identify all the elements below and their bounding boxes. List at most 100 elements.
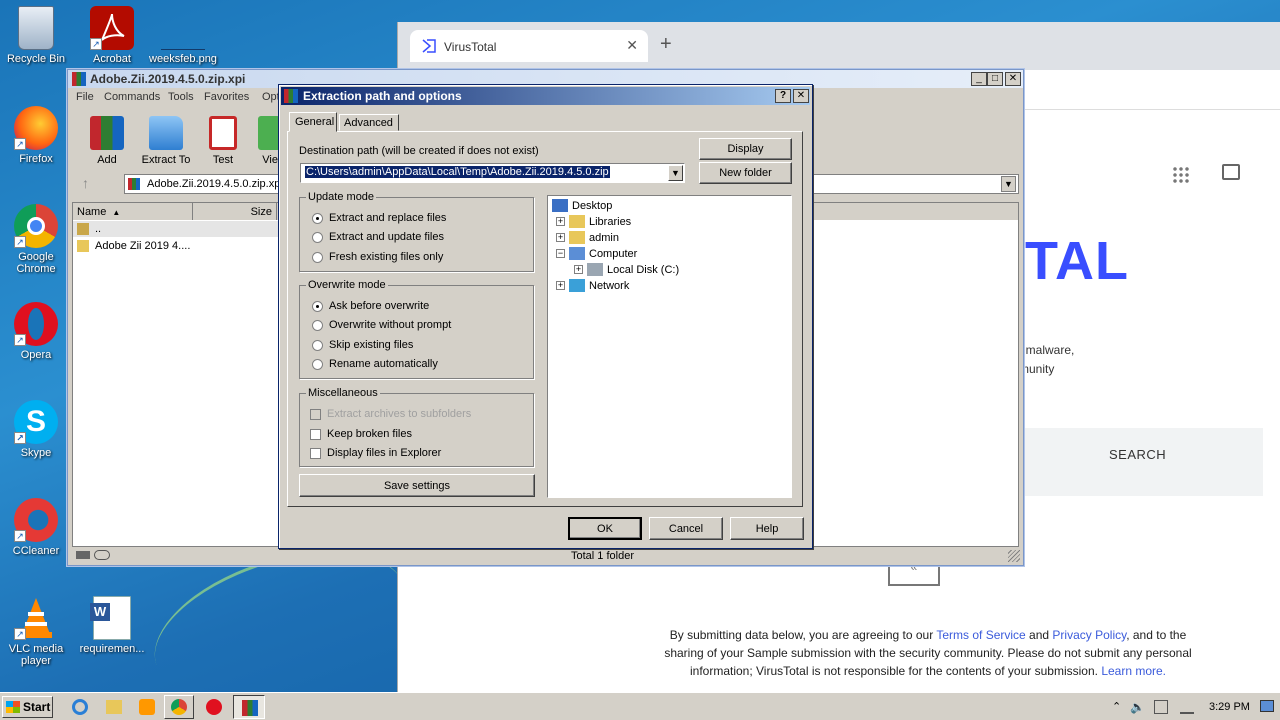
column-header-name[interactable]: Name ▲ bbox=[73, 203, 193, 220]
dialog-close-button[interactable]: ✕ bbox=[793, 89, 809, 103]
search-tab[interactable]: SEARCH bbox=[1109, 447, 1166, 462]
desktop-icon-acrobat[interactable]: ↗ Acrobat bbox=[77, 6, 147, 65]
menu-favorites[interactable]: Favorites bbox=[204, 91, 249, 103]
radio-fresh-existing[interactable]: Fresh existing files only bbox=[312, 251, 443, 263]
windows-logo-icon bbox=[6, 701, 20, 713]
dialog-titlebar[interactable]: Extraction path and options ? ✕ bbox=[281, 87, 810, 105]
virustotal-logo: TAL bbox=[1025, 231, 1129, 291]
expand-icon[interactable]: + bbox=[556, 281, 565, 290]
cancel-button[interactable]: Cancel bbox=[649, 517, 723, 540]
radio-rename-auto[interactable]: Rename automatically bbox=[312, 358, 438, 370]
shortcut-arrow-icon: ↗ bbox=[14, 628, 26, 640]
new-tab-icon[interactable]: + bbox=[660, 33, 672, 56]
expand-icon[interactable]: + bbox=[556, 233, 565, 242]
desktop-icon-weeksfeb[interactable]: weeksfeb.png bbox=[148, 6, 218, 65]
file-row-adobe-zii[interactable]: Adobe Zii 2019 4.... bbox=[73, 238, 283, 254]
start-button[interactable]: Start bbox=[2, 696, 53, 718]
terms-of-service-link[interactable]: Terms of Service bbox=[936, 628, 1025, 642]
desktop-icon-ccleaner[interactable]: ↗ CCleaner bbox=[1, 498, 71, 557]
check-keep-broken[interactable]: Keep broken files bbox=[310, 428, 412, 440]
tray-network-icon[interactable] bbox=[1180, 700, 1194, 714]
toolbar-add-button[interactable]: Add bbox=[77, 116, 137, 166]
menu-commands[interactable]: Commands bbox=[104, 91, 160, 103]
network-icon bbox=[569, 279, 585, 292]
learn-more-link[interactable]: Learn more. bbox=[1101, 664, 1166, 678]
maximize-button[interactable]: □ bbox=[987, 72, 1003, 86]
desktop-icon-firefox[interactable]: ↗ Firefox bbox=[1, 106, 71, 165]
desktop-icon-chrome[interactable]: ↗ Google Chrome bbox=[1, 204, 71, 275]
radio-extract-replace[interactable]: Extract and replace files bbox=[312, 212, 446, 224]
tab-advanced[interactable]: Advanced bbox=[339, 114, 399, 131]
tab-general[interactable]: General bbox=[289, 112, 337, 132]
tree-desktop[interactable]: Desktop bbox=[552, 199, 612, 212]
tray-action-center-icon[interactable] bbox=[1154, 700, 1168, 714]
minimize-button[interactable]: _ bbox=[971, 72, 987, 86]
tray-expand-icon[interactable]: ⌃ bbox=[1112, 700, 1126, 714]
tree-admin[interactable]: + admin bbox=[556, 231, 619, 244]
terms-text: By submitting data below, you are agreei… bbox=[664, 628, 1192, 678]
taskbar-ie-icon[interactable] bbox=[72, 699, 88, 715]
close-tab-icon[interactable]: ✕ bbox=[626, 37, 638, 54]
collapse-icon[interactable]: − bbox=[556, 249, 565, 258]
save-settings-button[interactable]: Save settings bbox=[299, 474, 535, 497]
tray-volume-icon[interactable]: 🔈 bbox=[1130, 700, 1145, 714]
desktop-icon-opera[interactable]: ↗ Opera bbox=[1, 302, 71, 361]
desktop-icon-skype[interactable]: S ↗ Skype bbox=[1, 400, 71, 459]
destination-path-input[interactable]: C:\Users\admin\AppData\Local\Temp\Adobe.… bbox=[300, 163, 685, 183]
chrome-icon: ↗ bbox=[14, 204, 58, 248]
taskbar-media-icon[interactable] bbox=[139, 699, 155, 715]
ok-button[interactable]: OK bbox=[568, 517, 642, 540]
radio-ask-overwrite[interactable]: Ask before overwrite bbox=[312, 300, 429, 312]
column-header-size[interactable]: Size bbox=[193, 203, 277, 220]
status-text: Total 1 folder bbox=[571, 550, 634, 562]
path-dropdown-arrow[interactable]: ▼ bbox=[1001, 176, 1016, 192]
folder-tree[interactable]: Desktop + Libraries + admin − Computer + Loc… bbox=[547, 195, 792, 498]
dialog-app-icon bbox=[284, 89, 298, 103]
destination-dropdown-arrow[interactable]: ▼ bbox=[668, 165, 683, 181]
key-icon bbox=[94, 550, 110, 560]
clock[interactable]: 3:29 PM bbox=[1209, 701, 1250, 713]
menu-file[interactable]: File bbox=[76, 91, 94, 103]
expand-icon[interactable]: + bbox=[574, 265, 583, 274]
tree-libraries[interactable]: + Libraries bbox=[556, 215, 631, 228]
tree-computer[interactable]: − Computer bbox=[556, 247, 637, 260]
user-folder-icon bbox=[569, 231, 585, 244]
shortcut-arrow-icon: ↗ bbox=[14, 530, 26, 542]
check-display-explorer[interactable]: Display files in Explorer bbox=[310, 447, 441, 459]
close-button[interactable]: ✕ bbox=[1005, 72, 1021, 86]
toolbar-view-button[interactable]: Vie bbox=[248, 116, 278, 166]
feedback-icon[interactable] bbox=[1222, 164, 1240, 180]
overwrite-mode-group: Overwrite mode Ask before overwrite Over… bbox=[299, 279, 534, 379]
privacy-policy-link[interactable]: Privacy Policy bbox=[1052, 628, 1126, 642]
shortcut-arrow-icon: ↗ bbox=[14, 432, 26, 444]
help-button[interactable]: Help bbox=[730, 517, 804, 540]
toolbar-extract-to-button[interactable]: Extract To bbox=[136, 116, 196, 166]
winrar-title: Adobe.Zii.2019.4.5.0.zip.xpi bbox=[90, 72, 246, 86]
browser-tab-bar: VirusTotal ✕ + bbox=[398, 22, 1280, 70]
up-folder-icon[interactable]: ↑ bbox=[82, 175, 89, 191]
browser-tab-virustotal[interactable]: VirusTotal ✕ bbox=[410, 30, 648, 62]
file-row-parent[interactable]: .. bbox=[73, 221, 283, 237]
radio-skip-existing[interactable]: Skip existing files bbox=[312, 339, 413, 351]
apps-grid-icon[interactable] bbox=[1172, 166, 1190, 184]
taskbar-winrar-icon[interactable] bbox=[233, 695, 265, 719]
menu-tools[interactable]: Tools bbox=[168, 91, 194, 103]
toolbar-test-button[interactable]: Test bbox=[193, 116, 253, 166]
display-button[interactable]: Display bbox=[699, 138, 792, 160]
desktop-icon-recycle-bin[interactable]: Recycle Bin bbox=[1, 6, 71, 65]
show-desktop-icon[interactable] bbox=[1260, 700, 1274, 712]
taskbar-explorer-icon[interactable] bbox=[106, 700, 122, 714]
expand-icon[interactable]: + bbox=[556, 217, 565, 226]
taskbar-opera-icon[interactable] bbox=[206, 699, 222, 715]
desktop-icon-vlc[interactable]: ↗ VLC media player bbox=[1, 596, 71, 667]
tree-local-disk[interactable]: + Local Disk (C:) bbox=[574, 263, 679, 276]
tree-network[interactable]: + Network bbox=[556, 279, 629, 292]
radio-overwrite-no-prompt[interactable]: Overwrite without prompt bbox=[312, 319, 451, 331]
dialog-help-button[interactable]: ? bbox=[775, 89, 791, 103]
radio-extract-update[interactable]: Extract and update files bbox=[312, 231, 444, 243]
desktop-icon-requirements[interactable]: W requiremen... bbox=[77, 596, 147, 655]
new-folder-button[interactable]: New folder bbox=[699, 162, 792, 184]
extraction-dialog: Extraction path and options ? ✕ General … bbox=[278, 84, 813, 549]
taskbar-chrome-icon[interactable] bbox=[164, 695, 194, 719]
resize-grip-icon[interactable] bbox=[1008, 550, 1020, 562]
